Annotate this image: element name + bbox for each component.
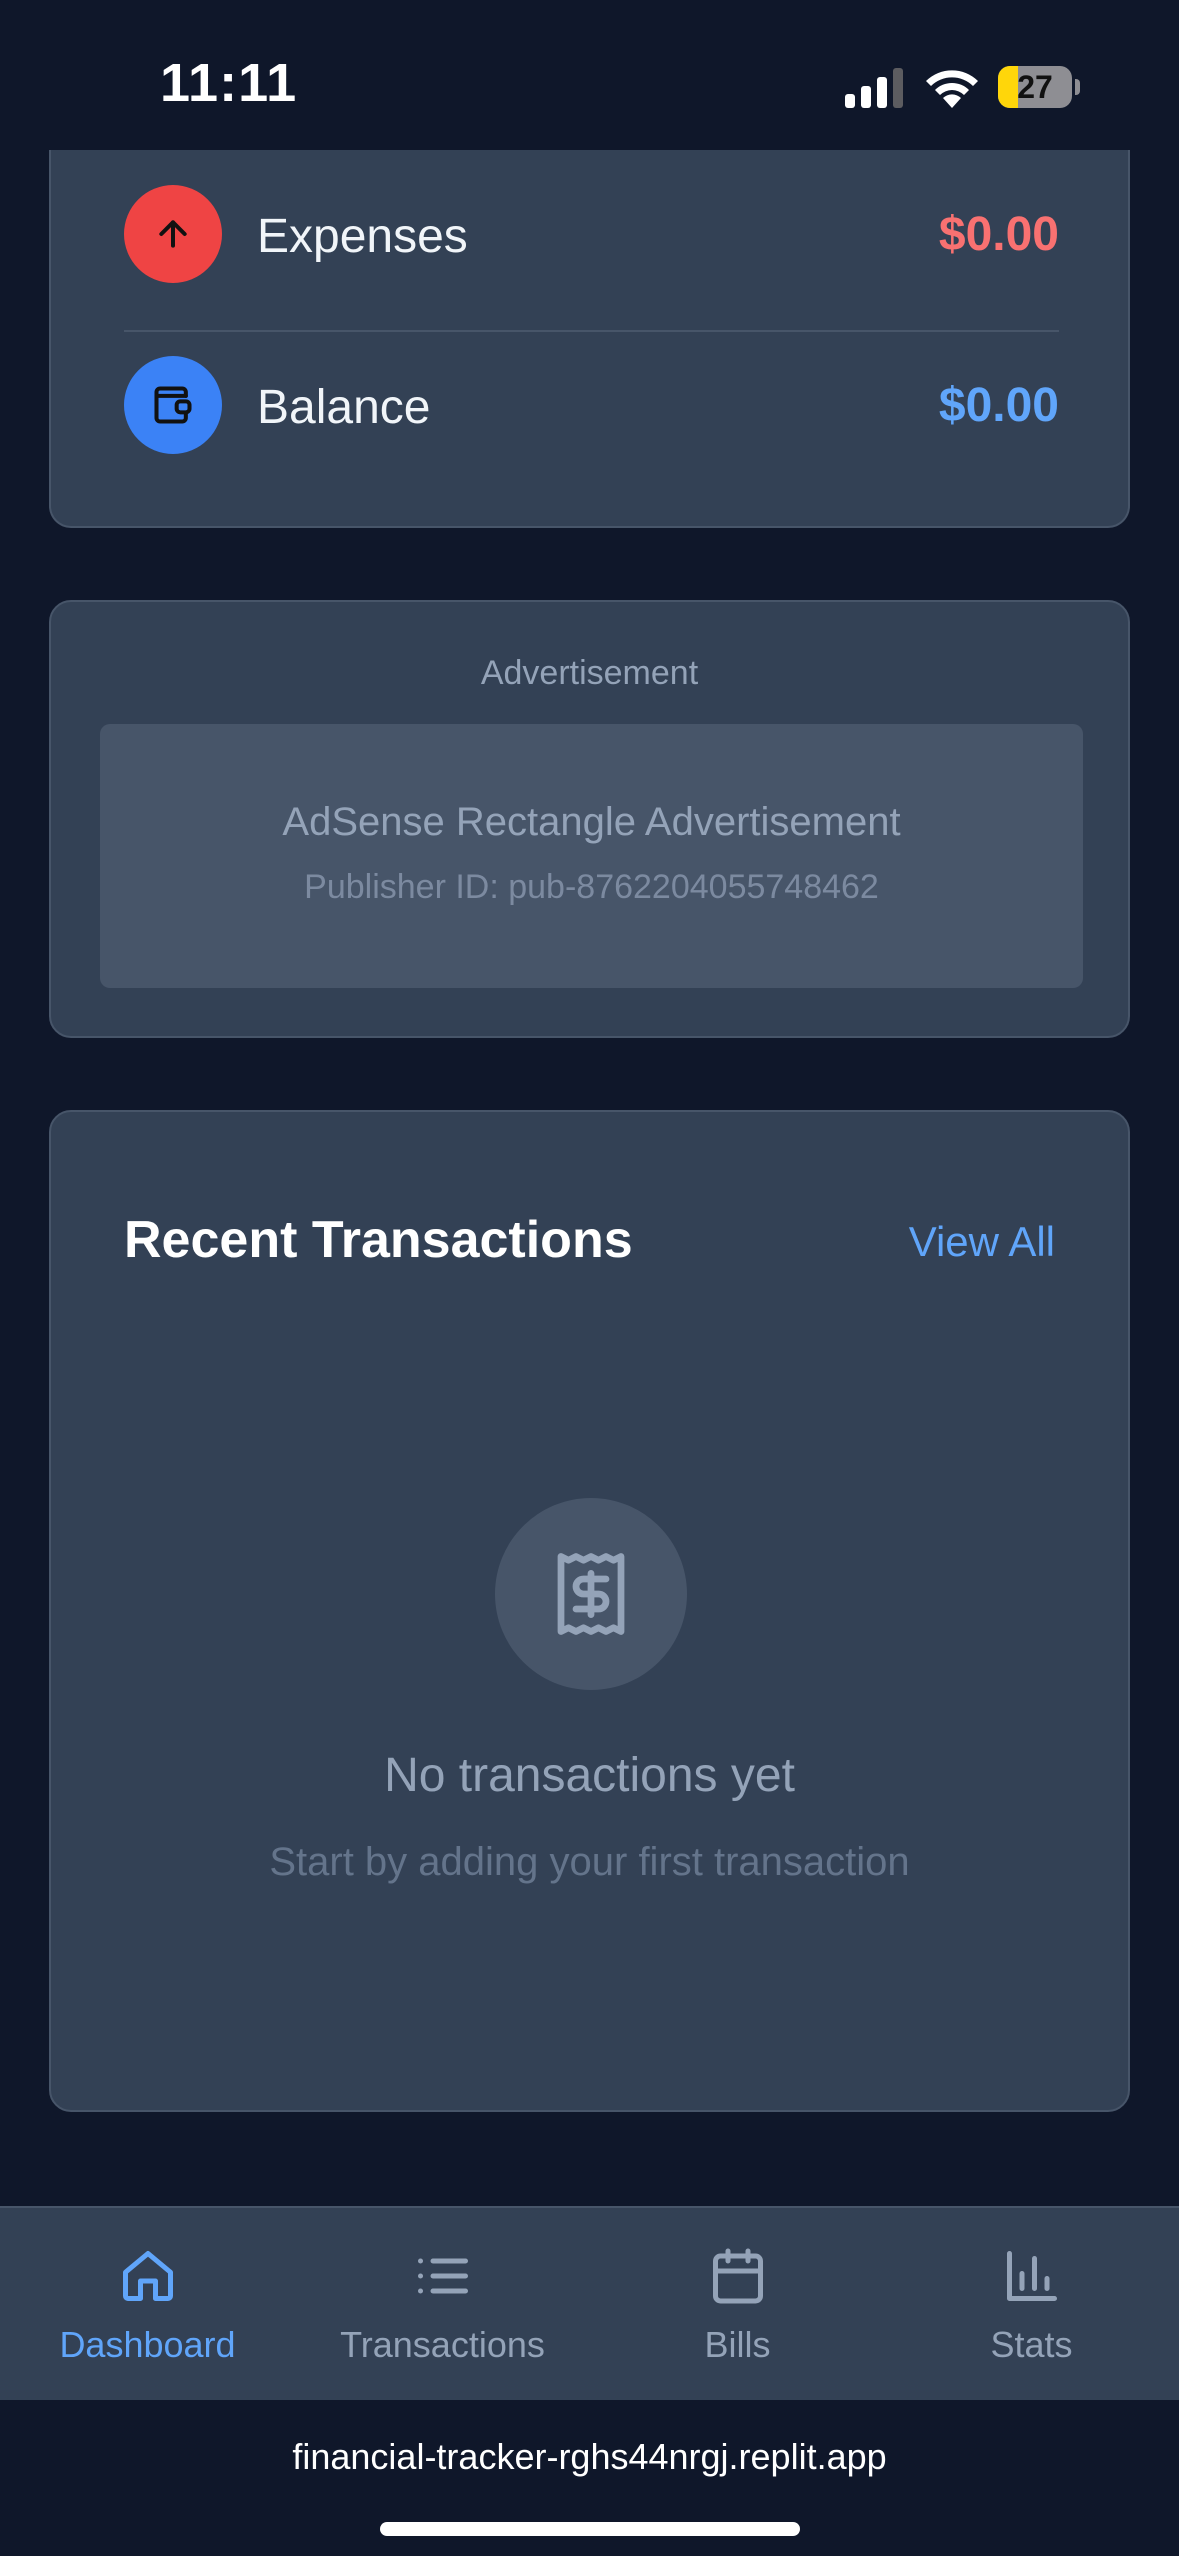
balance-label: Balance [257, 381, 431, 434]
status-time: 11:11 [160, 53, 298, 113]
ad-label: Advertisement [480, 654, 699, 692]
bar-chart-icon [1006, 2251, 1057, 2301]
ad-card: Advertisement AdSense Rectangle Advertis… [49, 600, 1130, 1038]
ad-slot[interactable]: AdSense Rectangle Advertisement Publishe… [100, 724, 1083, 988]
calendar-icon [712, 2248, 763, 2304]
summary-divider [124, 330, 1059, 332]
browser-url-bar[interactable]: financial-tracker-rghs44nrgj.replit.app [0, 2400, 1179, 2556]
nav-stats[interactable]: Stats [884, 2208, 1179, 2402]
battery-level: 27 [1017, 69, 1053, 105]
home-indicator[interactable] [380, 2522, 800, 2536]
summary-card: Expenses $0.00 Balance $0.00 [49, 150, 1130, 528]
empty-state-title: No transactions yet [384, 1749, 795, 1802]
receipt-dollar-icon [557, 1553, 625, 1635]
battery-icon: 27 [998, 66, 1080, 108]
empty-state-subtitle: Start by adding your first transaction [269, 1840, 910, 1884]
nav-bills-label: Bills [704, 2324, 771, 2365]
nav-dashboard[interactable]: Dashboard [0, 2208, 295, 2402]
nav-dashboard-label: Dashboard [59, 2324, 236, 2365]
nav-stats-label: Stats [990, 2324, 1073, 2365]
url-text: financial-tracker-rghs44nrgj.replit.app [292, 2436, 887, 2477]
ad-publisher-id: Publisher ID: pub-8762204055748462 [304, 868, 879, 906]
list-icon [417, 2258, 468, 2294]
expenses-amount: $0.00 [938, 208, 1059, 261]
cellular-signal-icon [845, 68, 903, 108]
home-icon [122, 2251, 173, 2301]
nav-transactions-label: Transactions [340, 2324, 545, 2365]
nav-bills[interactable]: Bills [590, 2208, 885, 2402]
ad-title: AdSense Rectangle Advertisement [282, 800, 901, 844]
balance-icon-circle [124, 356, 222, 454]
wallet-icon [154, 386, 192, 424]
expenses-label: Expenses [257, 210, 468, 263]
wifi-icon [926, 70, 978, 108]
status-bar: 11:11 27 [0, 0, 1179, 170]
arrow-up-icon [159, 220, 187, 248]
expenses-icon-circle [124, 185, 222, 283]
empty-state-icon-circle [495, 1498, 687, 1690]
balance-row[interactable]: Balance $0.00 [124, 356, 1059, 456]
recent-transactions-card: Recent Transactions View All No transact… [49, 1110, 1130, 2112]
recent-transactions-title: Recent Transactions [124, 1211, 633, 1269]
nav-transactions[interactable]: Transactions [295, 2208, 590, 2402]
expenses-row[interactable]: Expenses $0.00 [124, 185, 1059, 285]
bottom-nav: Dashboard Transactions Bills Stats [0, 2206, 1179, 2400]
view-all-link[interactable]: View All [909, 1218, 1055, 1266]
balance-amount: $0.00 [938, 379, 1059, 432]
app-screen: 11:11 27 Expenses $0.00 Balance $0.00 Ad… [0, 0, 1179, 2556]
